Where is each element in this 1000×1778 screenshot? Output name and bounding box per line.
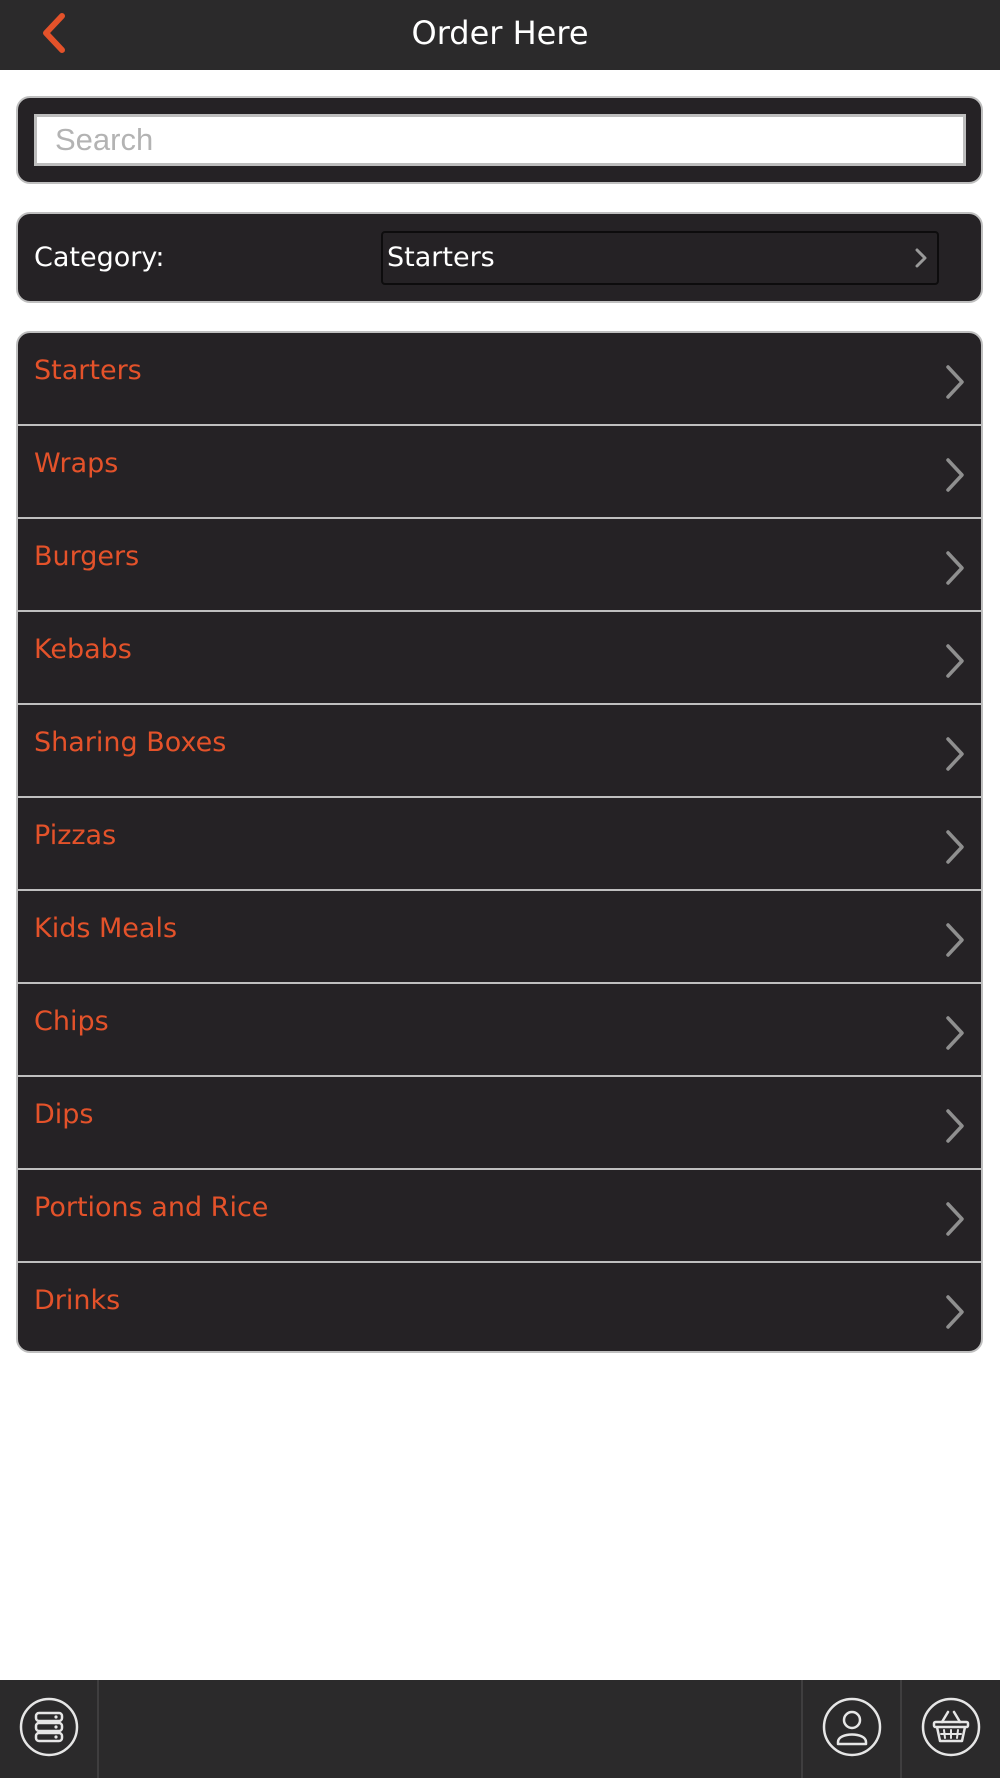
search-input[interactable] — [34, 114, 966, 166]
menu-category-label: Dips — [34, 1099, 94, 1130]
menu-category-item[interactable]: Drinks — [18, 1263, 981, 1351]
category-label: Category: — [34, 242, 165, 273]
menu-category-item[interactable]: Starters — [18, 333, 981, 426]
menu-category-list: Starters Wraps Burgers Kebabs Sharing Boxes P… — [16, 331, 983, 1353]
bottom-bar — [0, 1680, 1000, 1778]
bottom-bar-divider — [97, 1680, 99, 1778]
back-button[interactable] — [28, 10, 78, 60]
category-panel: Category: Starters — [16, 212, 983, 303]
menu-category-label: Kebabs — [34, 634, 132, 665]
category-select[interactable]: Starters — [381, 231, 939, 285]
chevron-left-icon — [38, 12, 68, 58]
menu-category-label: Burgers — [34, 541, 140, 572]
menu-category-item[interactable]: Portions and Rice — [18, 1170, 981, 1263]
search-container — [16, 96, 983, 184]
chevron-right-icon — [943, 549, 967, 587]
menu-list-icon — [18, 1696, 80, 1762]
menu-category-item[interactable]: Sharing Boxes — [18, 705, 981, 798]
user-account-icon — [821, 1696, 883, 1762]
menu-category-item[interactable]: Dips — [18, 1077, 981, 1170]
menu-category-item[interactable]: Kids Meals — [18, 891, 981, 984]
chevron-right-icon — [943, 642, 967, 680]
menu-category-label: Portions and Rice — [34, 1192, 269, 1223]
basket-button[interactable] — [902, 1680, 1000, 1778]
menu-category-label: Starters — [34, 355, 142, 386]
menu-category-item[interactable]: Pizzas — [18, 798, 981, 891]
chevron-right-icon — [943, 921, 967, 959]
chevron-right-icon — [943, 1200, 967, 1238]
chevron-right-icon — [943, 456, 967, 494]
category-selected-value: Starters — [387, 242, 495, 273]
chevron-right-icon — [943, 1107, 967, 1145]
chevron-right-icon — [943, 1293, 967, 1331]
menu-category-label: Sharing Boxes — [34, 727, 227, 758]
chevron-right-icon — [943, 1014, 967, 1052]
menu-category-item[interactable]: Kebabs — [18, 612, 981, 705]
menu-category-item[interactable]: Wraps — [18, 426, 981, 519]
chevron-right-icon — [943, 828, 967, 866]
page-title: Order Here — [411, 14, 589, 52]
account-button[interactable] — [803, 1680, 900, 1778]
shopping-basket-icon — [920, 1696, 982, 1762]
chevron-right-icon — [943, 735, 967, 773]
menu-category-label: Kids Meals — [34, 913, 178, 944]
top-bar: Order Here — [0, 0, 1000, 70]
menu-category-label: Chips — [34, 1006, 109, 1037]
menu-category-label: Drinks — [34, 1285, 121, 1316]
menu-category-label: Wraps — [34, 448, 119, 479]
menu-list-button[interactable] — [0, 1680, 97, 1778]
menu-category-label: Pizzas — [34, 820, 117, 851]
chevron-right-icon — [911, 247, 931, 269]
chevron-right-icon — [943, 363, 967, 401]
menu-category-item[interactable]: Chips — [18, 984, 981, 1077]
menu-category-item[interactable]: Burgers — [18, 519, 981, 612]
